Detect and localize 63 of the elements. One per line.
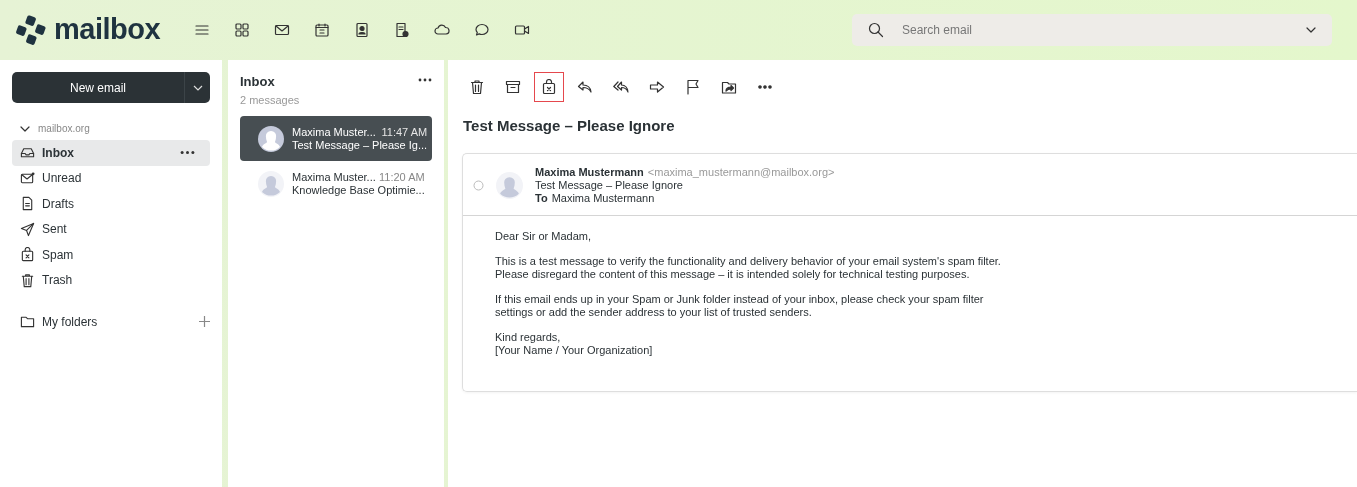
header-subject: Test Message – Please Ignore <box>535 178 684 192</box>
sender-name: Maxima Muster... <box>292 125 376 139</box>
sender-name: Maxima Mustermann <box>535 165 644 178</box>
folder-item[interactable]: Inbox <box>12 140 210 166</box>
avatar <box>258 170 284 197</box>
sender-name: Maxima Muster... <box>292 170 376 184</box>
bag-cross-icon <box>541 79 557 95</box>
folder-label: Drafts <box>42 195 74 213</box>
recipient-name: Maxima Mustermann <box>551 191 655 204</box>
forward-arrow-icon <box>649 79 665 95</box>
message-count: 2 messages <box>240 92 300 108</box>
select-radio[interactable] <box>473 179 484 191</box>
folder-label: My folders <box>42 313 98 331</box>
message-subject-heading: Test Message – Please Ignore <box>463 116 676 136</box>
folder-item[interactable]: Trash <box>12 267 210 293</box>
folder-label: Spam <box>42 246 74 264</box>
folder-item[interactable]: Sent <box>12 216 210 242</box>
folder-label: Sent <box>42 221 67 239</box>
folder-item[interactable]: Unread <box>12 165 210 191</box>
archive-box-icon <box>505 79 521 95</box>
folder-label: Trash <box>42 272 73 290</box>
message-item[interactable]: Maxima Muster... 11:20 AM Knowledge Base Optimie... <box>240 161 432 206</box>
chevron-down-icon[interactable] <box>1306 27 1316 33</box>
flag-icon <box>685 79 701 95</box>
search-field[interactable]: Search email <box>852 14 1332 46</box>
message-subject: Knowledge Base Optimie... <box>292 183 425 197</box>
search-input[interactable]: Search email <box>900 20 1306 40</box>
body-paragraph: If this email ends up in your Spam or Junk folder instead of your inbox, please check your spam filter settings or add the sender address to your list of trusted senders. <box>495 292 985 319</box>
folder-arrow-icon <box>721 79 737 95</box>
folder-label: Unread <box>42 170 82 188</box>
reply-all-arrow-icon <box>613 79 629 95</box>
folder-icon <box>20 314 35 330</box>
folder-label: Inbox <box>42 144 74 162</box>
to-label: To <box>535 191 548 204</box>
new-email-button[interactable]: New email <box>12 72 210 103</box>
folder-item[interactable]: Spam <box>12 242 210 268</box>
paper-plane-icon <box>20 221 35 237</box>
avatar <box>496 171 523 199</box>
folder-item[interactable]: Drafts <box>12 191 210 217</box>
trash-icon <box>469 79 485 95</box>
message-time: 11:47 AM <box>381 125 428 139</box>
message-subject: Test Message – Please Ig... <box>292 138 428 152</box>
search-icon <box>868 22 884 38</box>
add-icon[interactable] <box>199 316 210 328</box>
folder-item[interactable]: My folders <box>12 309 195 335</box>
sender-address: <maxima_mustermann@mailbox.org> <box>647 165 835 178</box>
message-time: 11:20 AM <box>379 170 425 184</box>
logo-icon <box>16 15 46 45</box>
trash-icon <box>20 272 35 288</box>
reply-arrow-icon <box>577 79 593 95</box>
avatar <box>258 125 284 152</box>
message-item[interactable]: Maxima Muster... 11:47 AM Test Message – Please Ig... <box>240 116 432 161</box>
body-paragraph: This is a test message to verify the functionality and delivery behavior of your email system's spam filter. Please disregard the content of this message – it is intended solely for technical testing purposes. <box>495 254 1002 281</box>
chevron-down-icon <box>192 84 203 91</box>
logo-text: mailbox <box>54 12 161 48</box>
bag-cross-icon <box>20 247 35 263</box>
chevron-down-icon[interactable] <box>20 125 30 132</box>
list-title: Inbox <box>240 73 276 91</box>
account-name[interactable]: mailbox.org <box>38 121 90 136</box>
document-icon <box>20 196 35 212</box>
bag-cross-button[interactable] <box>534 72 564 102</box>
body-paragraph: Kind regards, [Your Name / Your Organization] <box>495 330 654 357</box>
body-paragraph: Dear Sir or Madam, <box>495 229 592 243</box>
